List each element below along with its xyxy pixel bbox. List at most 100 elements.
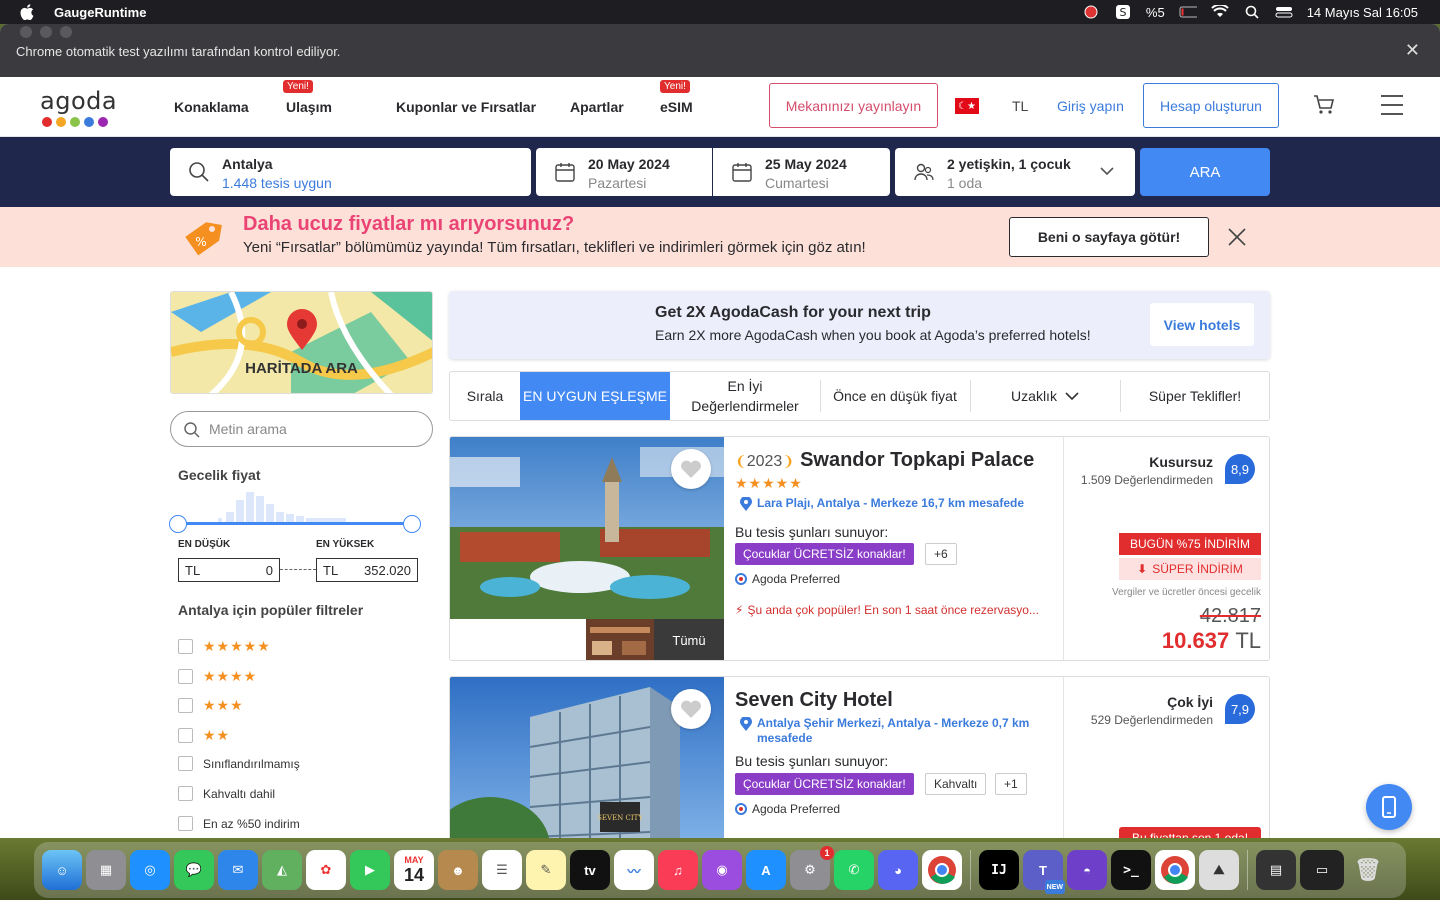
agoda-logo[interactable]: agoda <box>40 87 117 127</box>
close-window-button[interactable] <box>20 26 32 38</box>
checkbox[interactable] <box>178 669 193 684</box>
hotel-location-link[interactable]: Lara Plajı, Antalya - Merkeze 16,7 km me… <box>757 496 1024 510</box>
facetime-icon[interactable]: ▶ <box>350 850 390 890</box>
create-account-button[interactable]: Hesap oluşturun <box>1143 83 1279 128</box>
control-center-icon[interactable] <box>1275 5 1293 19</box>
freeform-icon[interactable]: 〰 <box>614 850 654 890</box>
calendar-icon[interactable]: MAY 14 <box>394 850 434 890</box>
intellij-icon[interactable]: IJ <box>979 850 1019 890</box>
infobar-close-icon[interactable]: ✕ <box>1405 40 1420 61</box>
apple-tv-icon[interactable]: tv <box>570 850 610 890</box>
min-price-input[interactable]: TL 0 <box>178 558 280 582</box>
photos-icon[interactable]: ✿ <box>306 850 346 890</box>
maps-icon[interactable]: ◭ <box>262 850 302 890</box>
text-search-input[interactable]: Metin arama <box>170 411 433 447</box>
go-to-deals-button[interactable]: Beni o sayfaya götür! <box>1009 217 1209 257</box>
search-button[interactable]: ARA <box>1140 148 1270 196</box>
favorite-heart-icon[interactable] <box>671 449 711 489</box>
review-count[interactable]: 529 Değerlendirmeden <box>1091 713 1213 727</box>
more-features-chip[interactable]: +1 <box>995 773 1027 795</box>
nav-ulasim[interactable]: Ulaşım <box>286 99 332 115</box>
turkey-flag-icon[interactable]: ☾★ <box>955 98 979 114</box>
favorite-heart-icon[interactable] <box>671 689 711 729</box>
music-icon[interactable]: ♫ <box>658 850 698 890</box>
login-link[interactable]: Giriş yapın <box>1057 98 1124 114</box>
chrome-icon[interactable] <box>922 850 962 890</box>
cart-icon[interactable] <box>1312 93 1336 117</box>
hotel-thumbnail[interactable] <box>586 619 654 661</box>
sort-top-reviewed[interactable]: En İyi Değerlendirmeler <box>670 372 820 420</box>
mobile-app-button[interactable] <box>1366 784 1412 830</box>
price-max-handle[interactable] <box>403 515 421 533</box>
nav-kuponlar[interactable]: Kuponlar ve Fırsatlar <box>396 99 536 115</box>
view-hotels-button[interactable]: View hotels <box>1150 303 1254 346</box>
filter-2-stars[interactable]: ★★ <box>178 727 230 744</box>
filter-3-stars[interactable]: ★★★ <box>178 697 244 714</box>
guests-field[interactable]: 2 yetişkin, 1 çocuk 1 oda <box>895 148 1135 196</box>
filter-50-discount[interactable]: En az %50 indirim <box>178 816 300 831</box>
hotel-name[interactable]: Seven City Hotel <box>735 689 893 712</box>
filter-4-stars[interactable]: ★★★★ <box>178 668 257 685</box>
discounted-price[interactable]: 10.637 TL <box>1162 628 1261 654</box>
notes-icon[interactable]: ✎ <box>526 850 566 890</box>
checkin-field[interactable]: 20 May 2024 Pazartesi <box>536 148 712 196</box>
filter-unrated[interactable]: Sınıflandırılmamış <box>178 756 300 771</box>
spotlight-search-icon[interactable] <box>1243 5 1261 19</box>
system-settings-icon[interactable]: ⚙ 1 <box>790 846 834 890</box>
hotel-location-link[interactable]: Antalya Şehir Merkezi, Antalya - Merkeze… <box>757 716 1057 746</box>
menubar-clock[interactable]: 14 Mayıs Sal 16:05 <box>1307 5 1418 20</box>
sort-super-deals[interactable]: Süper Teklifler! <box>1120 372 1270 420</box>
price-range-track[interactable] <box>178 522 412 525</box>
sort-lowest-price[interactable]: Önce en düşük fiyat <box>820 372 970 420</box>
sort-best-match[interactable]: EN UYGUN EŞLEŞME <box>520 372 670 420</box>
nav-konaklama[interactable]: Konaklama <box>174 99 249 115</box>
downloads-stack-icon[interactable]: ▤ <box>1256 850 1296 890</box>
s-app-icon[interactable]: S <box>1114 5 1132 19</box>
review-count[interactable]: 1.509 Değerlendirmeden <box>1081 473 1213 487</box>
destination-field[interactable]: Antalya 1.448 tesis uygun <box>170 148 531 196</box>
all-photos-button[interactable]: Tümü <box>654 619 724 660</box>
close-promo-icon[interactable] <box>1226 226 1248 248</box>
checkout-field[interactable]: 25 May 2024 Cumartesi <box>713 148 890 196</box>
recent-window-thumbnail[interactable]: ▭ <box>1300 850 1344 890</box>
terminal-icon[interactable]: >_ <box>1111 850 1151 890</box>
filter-5-stars[interactable]: ★★★★★ <box>178 638 271 655</box>
map-search-card[interactable]: HARİTADA ARA <box>170 291 433 394</box>
price-min-handle[interactable] <box>169 515 187 533</box>
currency-selector[interactable]: TL <box>1012 98 1028 114</box>
reminders-icon[interactable]: ☰ <box>482 850 522 890</box>
nav-esim[interactable]: eSIM <box>660 99 693 115</box>
minimize-window-button[interactable] <box>40 26 52 38</box>
wifi-icon[interactable] <box>1211 5 1229 19</box>
apple-icon[interactable] <box>20 4 34 20</box>
nav-apartlar[interactable]: Apartlar <box>570 99 624 115</box>
checkbox[interactable] <box>178 816 193 831</box>
app-store-icon[interactable]: A <box>746 850 786 890</box>
safari-icon[interactable]: ◎ <box>130 850 170 890</box>
hotel-card[interactable]: SEVEN CITY Seven City Hotel Antalya Şehi… <box>449 676 1270 838</box>
active-app-name[interactable]: GaugeRuntime <box>54 5 146 20</box>
trash-icon[interactable]: 🗑 <box>1348 850 1388 890</box>
filter-breakfast[interactable]: Kahvaltı dahil <box>178 786 275 801</box>
finder-icon[interactable]: ☺ <box>42 850 82 890</box>
checkbox[interactable] <box>178 756 193 771</box>
whatsapp-icon[interactable]: ✆ <box>834 850 874 890</box>
record-icon[interactable] <box>1082 5 1100 19</box>
max-price-input[interactable]: TL 352.020 <box>316 558 418 582</box>
hotel-card[interactable]: Tümü ❨2023❩ Swandor Topkapi Palace ★★★★★ … <box>449 436 1270 661</box>
github-desktop-icon[interactable]: ◓ <box>1067 850 1107 890</box>
menu-icon[interactable] <box>1381 95 1403 115</box>
checkbox[interactable] <box>178 639 193 654</box>
preview-icon[interactable]: ⛰ <box>1199 850 1239 890</box>
messages-icon[interactable]: 💬 <box>174 850 214 890</box>
contacts-icon[interactable]: ☻ <box>438 850 478 890</box>
zoom-window-button[interactable] <box>60 26 72 38</box>
checkbox[interactable] <box>178 698 193 713</box>
mail-icon[interactable]: ✉ <box>218 850 258 890</box>
chrome-testing-icon[interactable] <box>1155 850 1195 890</box>
launchpad-icon[interactable]: ▦ <box>86 850 126 890</box>
battery-icon[interactable] <box>1179 5 1197 19</box>
checkbox[interactable] <box>178 786 193 801</box>
hotel-name[interactable]: ❨2023❩ Swandor Topkapi Palace <box>735 449 1034 472</box>
publish-property-button[interactable]: Mekanınızı yayınlayın <box>769 83 938 128</box>
